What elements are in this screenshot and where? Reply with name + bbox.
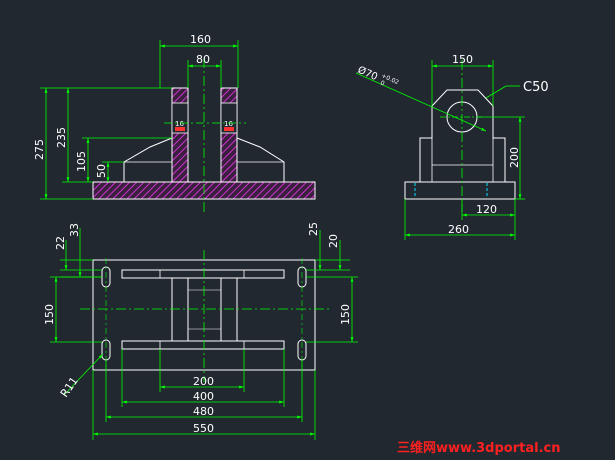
front-upright-left — [171, 87, 189, 183]
top-rail-lower — [121, 340, 285, 350]
dim-50: 50 — [95, 164, 108, 178]
dim-side-200: 200 — [508, 147, 521, 168]
front-gusset-left — [123, 137, 173, 182]
dim-top-550: 550 — [193, 422, 214, 435]
dim-top-150-right: 150 — [339, 304, 352, 325]
top-view: 22 33 25 20 150 150 R11 200 400 480 550 — [43, 222, 358, 440]
dim-top-150-left: 150 — [43, 304, 56, 325]
watermark: 三维网www.3dportal.cn — [397, 440, 560, 456]
dim-side-260: 260 — [448, 223, 469, 236]
side-base — [404, 181, 516, 200]
dim-160: 160 — [190, 33, 211, 46]
dim-chamfer: C50 — [523, 80, 549, 95]
top-upright-right — [220, 277, 238, 342]
dim-top-22: 22 — [54, 236, 67, 250]
front-label-right: 16 — [224, 120, 233, 128]
dim-top-400: 400 — [193, 390, 214, 403]
dim-side-150: 150 — [452, 53, 473, 66]
dim-80: 80 — [196, 53, 210, 66]
top-rail-upper — [121, 269, 285, 279]
front-upright-right — [220, 87, 238, 183]
dim-top-25: 25 — [307, 222, 320, 236]
dim-235: 235 — [55, 127, 68, 148]
front-label-left: 16 — [175, 120, 184, 128]
dim-top-20: 20 — [327, 234, 340, 248]
dim-bore-tol-lower: 0 — [379, 79, 386, 87]
side-view: 150 Ø70 +0.02 0 C50 200 120 260 — [356, 53, 549, 240]
dim-275: 275 — [33, 139, 46, 160]
dim-bore: Ø70 — [356, 64, 380, 83]
dim-top-r11: R11 — [58, 375, 81, 400]
side-body — [419, 89, 506, 182]
engineering-drawing-canvas: 16 16 160 80 275 235 105 50 150 Ø70 +0.0… — [33, 33, 560, 456]
dim-top-33: 33 — [68, 223, 81, 237]
dim-top-200: 200 — [193, 375, 214, 388]
dim-side-120: 120 — [476, 203, 497, 216]
dim-top-480: 480 — [193, 405, 214, 418]
dim-105: 105 — [75, 151, 88, 172]
front-gusset-right — [236, 137, 285, 182]
front-view: 16 16 160 80 275 235 105 50 — [33, 33, 316, 212]
top-upright-left — [171, 277, 189, 342]
